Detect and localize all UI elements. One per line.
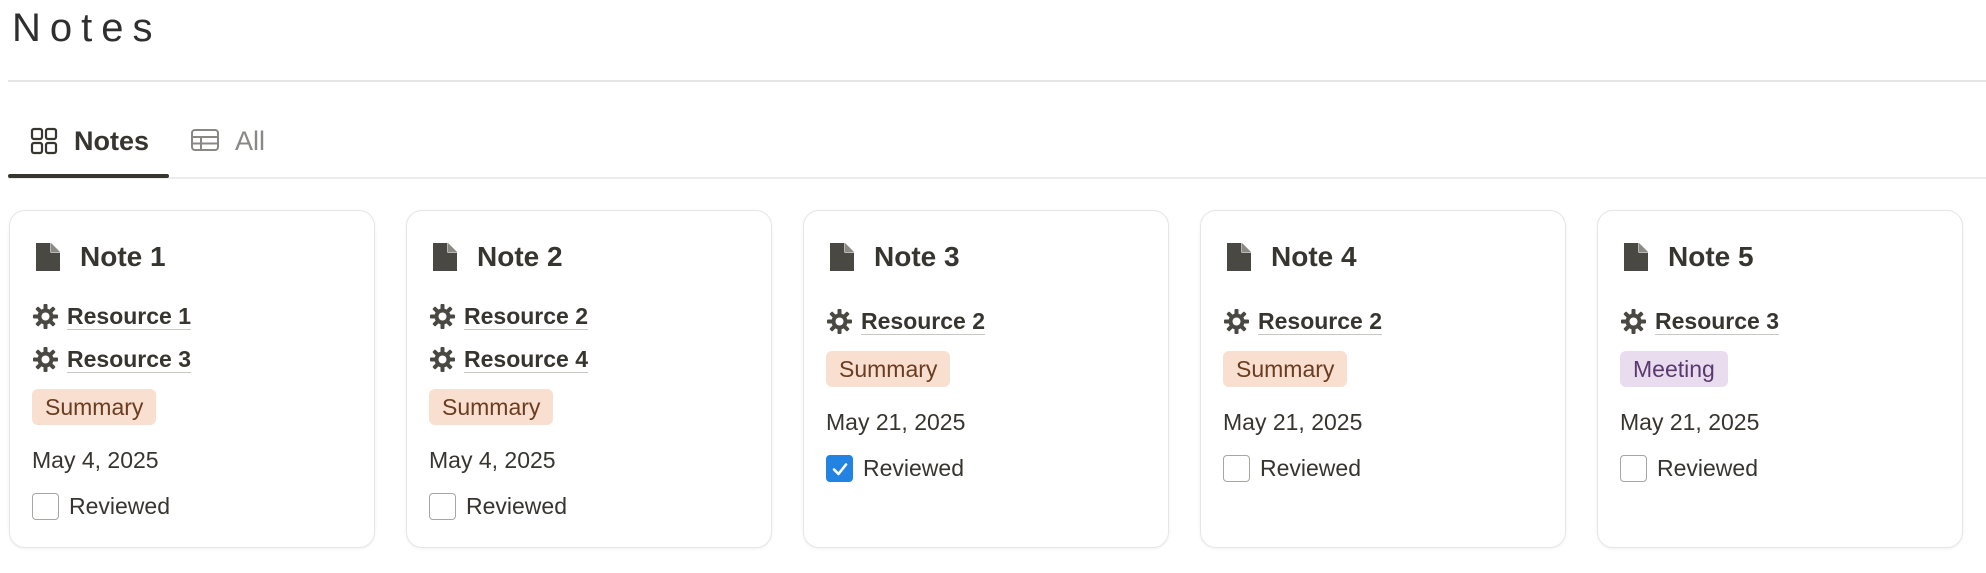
reviewed-checkbox[interactable] [826,455,853,482]
gear-icon [827,309,852,334]
reviewed-row: Reviewed [1223,455,1543,482]
page-title: Notes [12,6,162,50]
note-date: May 4, 2025 [429,447,556,473]
resource-link[interactable]: Resource 1 [67,303,192,330]
reviewed-row: Reviewed [826,455,1146,482]
note-date: May 21, 2025 [1620,409,1760,435]
note-card[interactable]: Note 3 Resource 2 Summary May 21, 2025 Revie… [803,210,1169,548]
gear-icon [1621,309,1646,334]
reviewed-label: Reviewed [1260,455,1361,481]
resource-relations: Resource 1 Resource 3 [32,295,352,381]
type-tag: Summary [32,389,157,425]
resource-relation[interactable]: Resource 4 [429,338,749,381]
note-title: Note 4 [1225,237,1543,277]
type-tag: Summary [1223,351,1348,387]
note-title-text: Note 3 [874,241,960,272]
document-icon [36,243,60,271]
gear-icon [430,304,455,329]
resource-link[interactable]: Resource 2 [464,303,589,330]
type-tag: Meeting [1620,351,1728,387]
reviewed-label: Reviewed [863,455,964,481]
note-title: Note 5 [1622,237,1940,277]
reviewed-label: Reviewed [1657,455,1758,481]
resource-relation[interactable]: Resource 3 [1620,300,1940,343]
reviewed-label: Reviewed [69,493,170,519]
view-tabs: Notes All [8,112,1986,178]
reviewed-row: Reviewed [32,493,352,520]
resource-relations: Resource 2 [1223,300,1543,343]
note-title-text: Note 1 [80,241,166,272]
resource-relations: Resource 2 Resource 4 [429,295,749,381]
tab-notes[interactable]: Notes [8,112,170,178]
note-card[interactable]: Note 1 Resource 1 Resource 3 Summary May 4, … [9,210,375,548]
note-title-text: Note 4 [1271,241,1357,272]
tab-all[interactable]: All [169,112,285,178]
resource-relations: Resource 3 [1620,300,1940,343]
resource-relation[interactable]: Resource 2 [429,295,749,338]
resource-relations: Resource 2 [826,300,1146,343]
note-title: Note 2 [431,237,749,277]
note-date: May 4, 2025 [32,447,159,473]
reviewed-checkbox[interactable] [32,493,59,520]
reviewed-row: Reviewed [429,493,749,520]
note-title: Note 3 [828,237,1146,277]
tab-label: Notes [74,125,150,156]
tabs-divider [8,177,1986,179]
resource-relation[interactable]: Resource 2 [826,300,1146,343]
gear-icon [33,304,58,329]
type-tag: Summary [429,389,554,425]
resource-link[interactable]: Resource 4 [464,346,589,373]
note-card[interactable]: Note 2 Resource 2 Resource 4 Summary May 4, … [406,210,772,548]
gallery-icon [30,127,58,155]
document-icon [433,243,457,271]
resource-relation[interactable]: Resource 1 [32,295,352,338]
gear-icon [33,347,58,372]
reviewed-label: Reviewed [466,493,567,519]
resource-link[interactable]: Resource 3 [1655,308,1780,335]
title-divider [8,80,1986,82]
reviewed-row: Reviewed [1620,455,1940,482]
note-card[interactable]: Note 5 Resource 3 Meeting May 21, 2025 Revie… [1597,210,1963,548]
gallery-cards: Note 1 Resource 1 Resource 3 Summary May 4, … [9,210,1963,548]
reviewed-checkbox[interactable] [429,493,456,520]
resource-relation[interactable]: Resource 3 [32,338,352,381]
note-title: Note 1 [34,237,352,277]
reviewed-checkbox[interactable] [1620,455,1647,482]
gear-icon [430,347,455,372]
note-date: May 21, 2025 [1223,409,1363,435]
document-icon [830,243,854,271]
resource-link[interactable]: Resource 3 [67,346,192,373]
resource-link[interactable]: Resource 2 [861,308,986,335]
note-title-text: Note 2 [477,241,563,272]
reviewed-checkbox[interactable] [1223,455,1250,482]
type-tag: Summary [826,351,951,387]
note-title-text: Note 5 [1668,241,1754,272]
note-date: May 21, 2025 [826,409,966,435]
gear-icon [1224,309,1249,334]
resource-link[interactable]: Resource 2 [1258,308,1383,335]
document-icon [1227,243,1251,271]
resource-relation[interactable]: Resource 2 [1223,300,1543,343]
document-icon [1624,243,1648,271]
note-card[interactable]: Note 4 Resource 2 Summary May 21, 2025 Revie… [1200,210,1566,548]
tab-label: All [235,125,266,156]
table-icon [191,129,220,151]
